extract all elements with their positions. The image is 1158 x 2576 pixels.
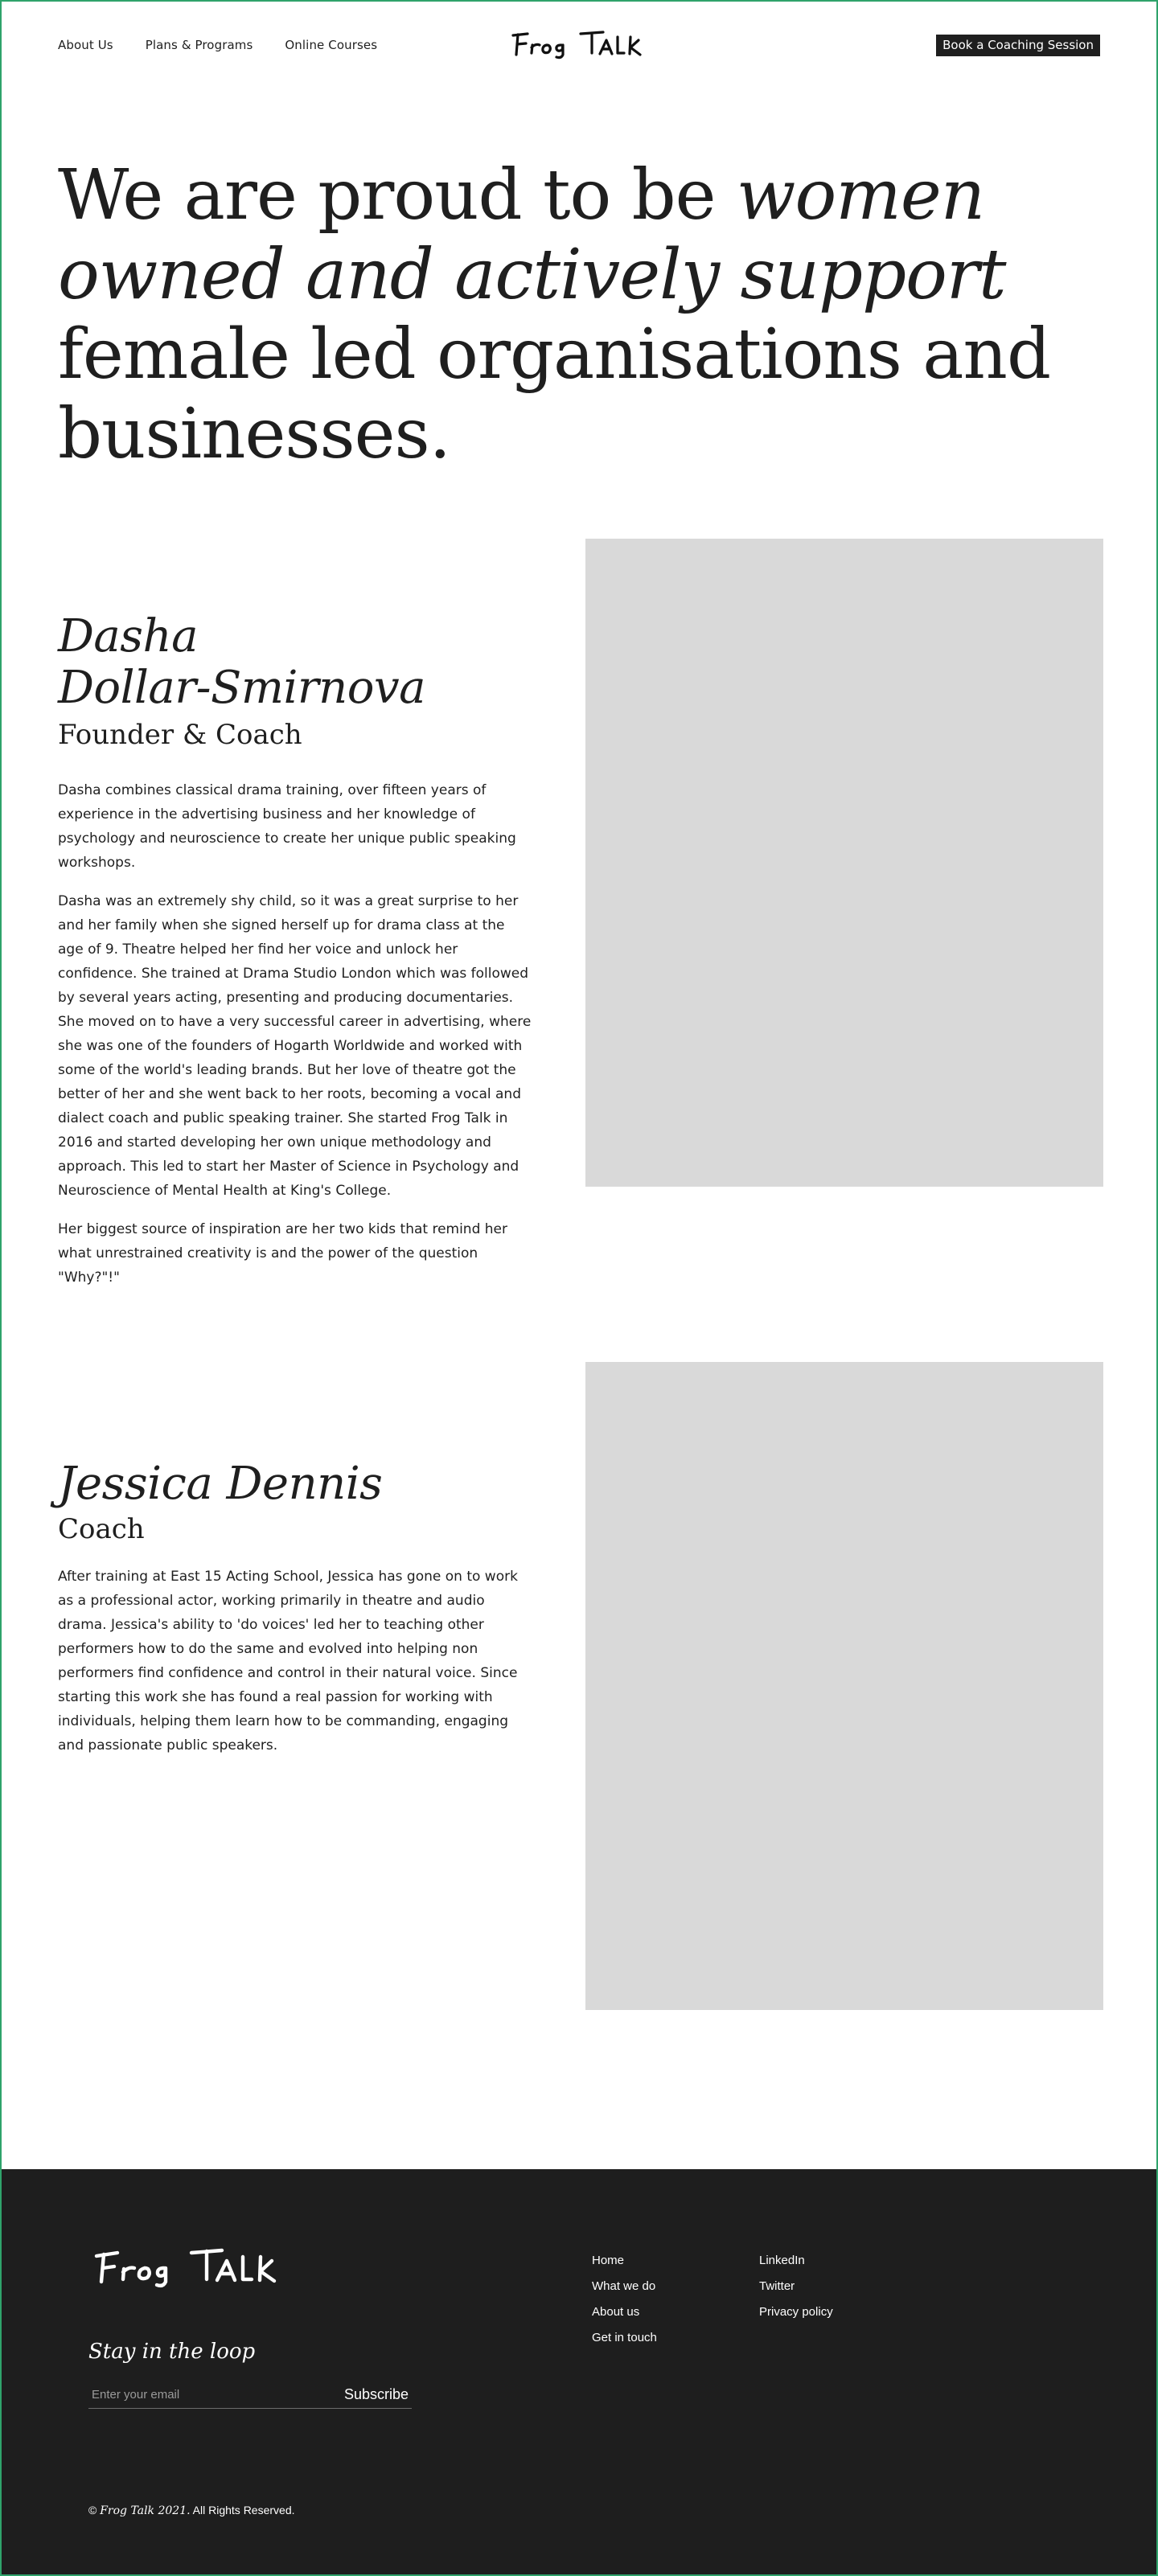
footer-nav-secondary: LinkedIn Twitter Privacy policy: [759, 2253, 833, 2320]
copyright-prefix: ©: [88, 2504, 101, 2517]
person-bio: After training at East 15 Acting School,…: [58, 1565, 532, 1772]
footer-link-privacy-policy[interactable]: Privacy policy: [759, 2304, 833, 2320]
nav-links: About Us Plans & Programs Online Courses: [58, 38, 377, 52]
nav-link-about-us[interactable]: About Us: [58, 38, 113, 52]
hero-text-part3: female led organisations and businesses.: [58, 314, 1051, 474]
footer-link-twitter[interactable]: Twitter: [759, 2279, 833, 2295]
bio-paragraph: Dasha was an extremely shy child, so it …: [58, 893, 532, 1199]
person-photo-placeholder: [585, 1362, 1103, 2010]
hero-text-part1: We are proud to be: [58, 155, 737, 236]
book-coaching-session-button[interactable]: Book a Coaching Session: [936, 34, 1100, 56]
bio-paragraph: After training at East 15 Acting School,…: [58, 1569, 518, 1754]
copyright: © Frog Talk 2021. All Rights Reserved.: [88, 2504, 295, 2517]
person-bio: Dasha combines classical drama training,…: [58, 778, 532, 1304]
footer-link-what-we-do[interactable]: What we do: [592, 2279, 657, 2295]
person-role: Coach: [58, 1513, 145, 1545]
person-name: Jessica Dennis: [58, 1458, 383, 1510]
copyright-brand: Frog Talk 2021.: [100, 2504, 191, 2517]
person-photo-placeholder: [585, 539, 1103, 1187]
footer: Stay in the loop Subscribe Home What we …: [2, 2169, 1156, 2574]
bio-paragraph: Her biggest source of inspiration are he…: [58, 1221, 507, 1286]
footer-link-home[interactable]: Home: [592, 2253, 657, 2269]
copyright-suffix: All Rights Reserved.: [190, 2504, 295, 2517]
footer-nav-primary: Home What we do About us Get in touch: [592, 2253, 657, 2346]
footer-link-get-in-touch[interactable]: Get in touch: [592, 2330, 657, 2346]
newsletter-title: Stay in the loop: [88, 2340, 256, 2364]
person-name-line1: Dasha: [58, 610, 198, 662]
person-role: Founder & Coach: [58, 719, 302, 751]
nav-link-plans-programs[interactable]: Plans & Programs: [146, 38, 253, 52]
footer-link-about-us[interactable]: About us: [592, 2304, 657, 2320]
bio-paragraph: Dasha combines classical drama training,…: [58, 782, 516, 871]
frog-talk-logo[interactable]: [507, 27, 651, 63]
nav-link-online-courses[interactable]: Online Courses: [285, 38, 377, 52]
top-nav: About Us Plans & Programs Online Courses: [58, 24, 1100, 66]
footer-frog-talk-logo[interactable]: [88, 2243, 290, 2293]
footer-link-linkedin[interactable]: LinkedIn: [759, 2253, 833, 2269]
subscribe-button[interactable]: Subscribe: [344, 2386, 412, 2403]
person-name-line2: Dollar-Smirnova: [58, 662, 425, 714]
hero-heading: We are proud to be women owned and activ…: [58, 156, 1103, 474]
page: About Us Plans & Programs Online Courses: [0, 0, 1158, 2576]
newsletter-form: Subscribe: [88, 2381, 412, 2409]
person-name: Dasha Dollar-Smirnova: [58, 611, 540, 714]
email-input[interactable]: [88, 2388, 314, 2402]
